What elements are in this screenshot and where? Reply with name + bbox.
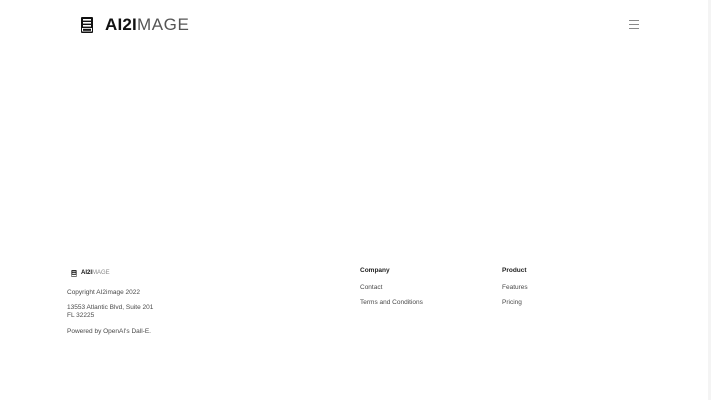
copyright-text: Copyright AI2image 2022 xyxy=(67,289,140,296)
terms-link[interactable]: Terms and Conditions xyxy=(360,299,423,306)
menu-bar xyxy=(629,28,639,29)
product-heading: Product xyxy=(502,267,527,274)
footer-brand-wordmark-bold: AI2I xyxy=(81,270,93,276)
features-link[interactable]: Features xyxy=(502,284,528,291)
site-footer: AI2IMAGE Copyright AI2image 2022 13553 A… xyxy=(0,255,711,355)
brand-logo[interactable]: AI2IMAGE xyxy=(80,14,189,36)
menu-bar xyxy=(629,24,639,25)
brand-wordmark-bold: AI2I xyxy=(105,15,137,34)
ai-image-document-icon xyxy=(81,17,93,33)
pricing-link[interactable]: Pricing xyxy=(502,299,522,306)
contact-link[interactable]: Contact xyxy=(360,284,382,291)
brand-wordmark: AI2IMAGE xyxy=(105,14,189,36)
ai-image-document-icon xyxy=(71,270,77,277)
footer-brand-logo[interactable]: AI2IMAGE xyxy=(71,269,110,278)
address-line-2: FL 32225 xyxy=(67,312,95,319)
site-header: AI2IMAGE xyxy=(0,0,711,50)
brand-wordmark-light: MAGE xyxy=(136,15,190,34)
company-heading: Company xyxy=(360,267,390,274)
footer-brand-wordmark-light: MAGE xyxy=(92,270,110,276)
hamburger-menu-icon[interactable] xyxy=(627,17,643,31)
footer-brand-wordmark: AI2IMAGE xyxy=(81,269,110,278)
powered-by-text: Powered by OpenAI's Dall-E. xyxy=(67,328,151,335)
menu-bar xyxy=(629,20,639,21)
address-line-1: 13553 Atlantic Blvd, Suite 201 xyxy=(67,304,154,311)
